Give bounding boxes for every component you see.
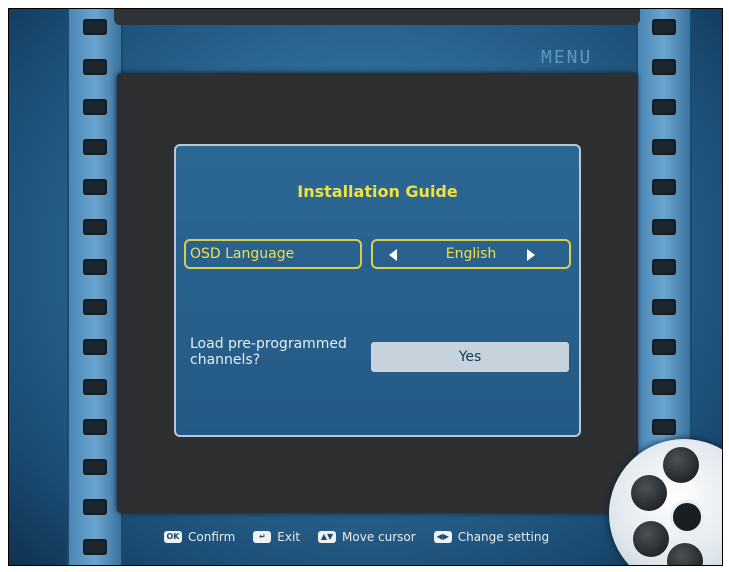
sprocket-hole [652,259,676,275]
osd-language-value: English [445,246,497,262]
updown-key-icon: ▲▼ [318,531,337,543]
hint-exit-label: Exit [277,530,301,544]
hint-move-cursor-label: Move cursor [342,530,416,544]
sprocket-hole [652,379,676,395]
hint-confirm: OK Confirm [164,530,235,544]
tv-screen: MENU Installation Guide OSD Language Eng… [8,8,723,566]
sprocket-hole [652,59,676,75]
reel-center [670,500,704,534]
sprocket-hole [652,19,676,35]
osd-language-selector[interactable]: English [371,239,571,269]
reel-hole [633,521,669,557]
load-channels-label-line2: channels? [190,352,261,368]
installation-guide-dialog: Installation Guide OSD Language English … [174,144,581,437]
sprocket-hole [83,179,107,195]
sprocket-hole [83,59,107,75]
dialog-title: Installation Guide [297,182,458,201]
sprocket-hole [83,219,107,235]
sprocket-hole [83,19,107,35]
sprocket-hole [652,299,676,315]
arrow-left-icon[interactable] [389,249,397,261]
footer-hints: OK Confirm ↵ Exit ▲▼ Move cursor ◀▶ Chan… [164,527,567,547]
load-channels-label: Load pre-programmed channels? [190,336,360,368]
sprocket-hole [83,259,107,275]
hint-move-cursor: ▲▼ Move cursor [318,530,416,544]
sprocket-hole [652,179,676,195]
osd-language-label[interactable]: OSD Language [184,239,362,269]
sprocket-hole [83,99,107,115]
sprocket-hole [83,299,107,315]
ok-key-icon: OK [164,531,182,543]
sprocket-hole [83,139,107,155]
load-channels-yes-button[interactable]: Yes [371,342,569,372]
leftright-key-icon: ◀▶ [433,531,452,543]
load-channels-label-line1: Load pre-programmed [190,336,347,352]
arrow-right-icon[interactable] [527,249,535,261]
hint-change-setting: ◀▶ Change setting [433,530,550,544]
top-band [114,9,640,25]
sprocket-hole [652,219,676,235]
hint-exit: ↵ Exit [253,530,300,544]
hint-confirm-label: Confirm [188,530,236,544]
sprocket-hole [652,139,676,155]
sprocket-hole [83,339,107,355]
sprocket-hole [83,419,107,435]
reel-hole [631,475,667,511]
sprocket-hole [83,499,107,515]
film-strip-left-icon [67,9,123,565]
sprocket-hole [652,419,676,435]
sprocket-hole [652,99,676,115]
sprocket-hole [83,459,107,475]
reel-hole [663,447,699,483]
sprocket-hole [652,339,676,355]
reel-hole [667,543,703,565]
menu-label: MENU [541,47,593,68]
exit-key-icon: ↵ [253,531,272,543]
sprocket-hole [83,379,107,395]
hint-change-setting-label: Change setting [457,530,550,544]
sprocket-hole [83,539,107,555]
